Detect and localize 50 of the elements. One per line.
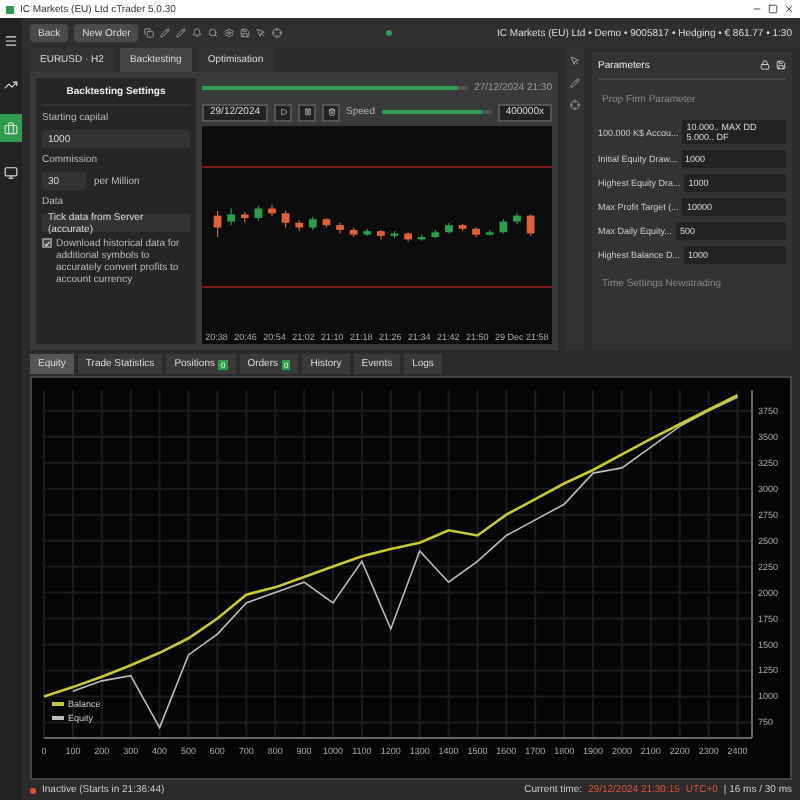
crosshair-icon[interactable] [570,100,580,110]
pause-button[interactable] [298,103,317,121]
search-icon[interactable] [208,28,219,38]
candle [336,222,344,234]
candle [268,204,276,216]
candle [281,210,290,228]
copy-icon[interactable] [144,28,155,38]
status-dot [386,30,393,36]
briefcase-icon[interactable] [0,114,22,142]
candle [404,231,412,242]
candle [526,213,535,236]
checkbox[interactable] [42,238,52,248]
delete-button[interactable] [322,103,341,121]
play-button[interactable] [274,103,293,121]
trash-icon [327,108,336,116]
minimize-icon[interactable] [752,4,762,14]
candle [295,219,304,232]
candle [458,223,467,232]
candle [513,212,521,225]
pencil-icon[interactable] [176,28,187,38]
candle [472,226,481,238]
candle [213,210,222,238]
candle [227,207,236,226]
maximize-icon[interactable] [768,4,778,14]
pause-icon [303,108,312,116]
pointer-icon[interactable] [256,28,267,38]
candle [485,229,494,236]
candle [308,216,317,231]
candle [390,230,399,239]
candle [417,233,426,241]
candle [445,222,453,234]
candle [240,211,249,223]
candle [499,218,508,234]
candle [431,229,440,239]
play-icon [279,108,288,116]
warning-dot [30,787,36,793]
settings-icon[interactable] [224,28,235,38]
candle [349,226,358,238]
app-logo-icon [6,5,14,13]
pencil-icon[interactable] [570,78,580,88]
crosshair-icon[interactable] [272,28,283,38]
candle [363,227,372,236]
candle [377,229,385,240]
pencil-icon[interactable] [160,28,171,38]
bell-icon[interactable] [192,28,203,38]
pointer-icon[interactable] [570,56,580,66]
candle [322,217,331,228]
candle [254,205,263,221]
save-icon[interactable] [240,28,251,38]
lock-icon[interactable] [760,60,770,70]
